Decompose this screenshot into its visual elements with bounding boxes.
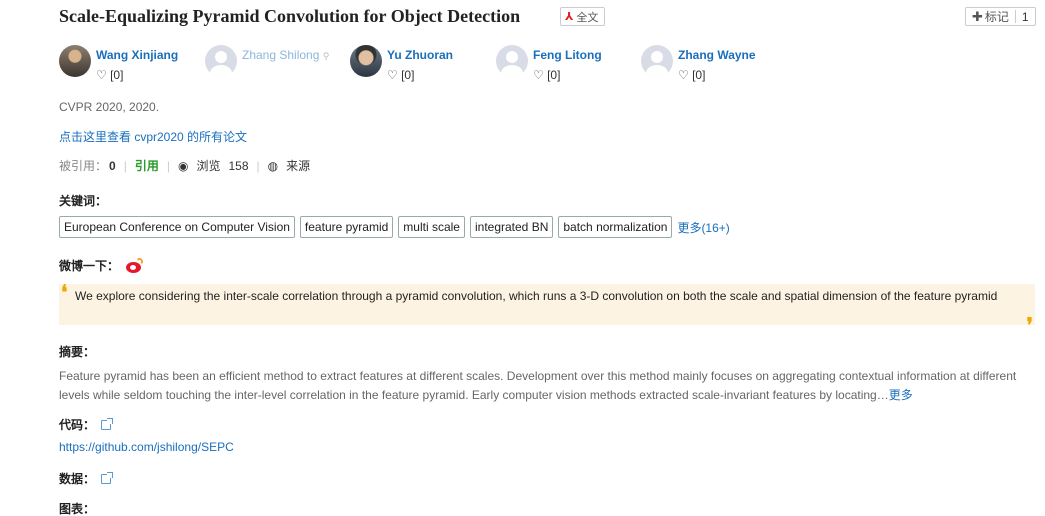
quote-text: We explore considering the inter-scale c… (75, 289, 998, 303)
open-quote-icon: ❛ (61, 280, 68, 304)
weibo-icon[interactable] (125, 257, 144, 274)
external-link-icon[interactable] (101, 417, 114, 430)
author-name[interactable]: Zhang Wayne (678, 48, 756, 62)
keywords-label: 关键词： (59, 194, 108, 208)
author-likes[interactable]: ♡ [0] (387, 68, 414, 82)
author-likes[interactable]: ♡ [0] (678, 68, 705, 82)
cite-button[interactable]: 引用 (135, 157, 159, 174)
keyword-tag[interactable]: feature pyramid (299, 216, 394, 238)
avatar[interactable] (205, 45, 237, 77)
source-link[interactable]: 来源 (286, 157, 310, 174)
external-link-icon[interactable] (101, 471, 114, 484)
code-label: 代码： (59, 418, 96, 432)
abstract-more-link[interactable]: 更多 (889, 388, 913, 402)
code-link[interactable]: https://github.com/jshilong/SEPC (59, 440, 234, 454)
eye-icon: ◉ (177, 158, 189, 173)
keyword-tag[interactable]: multi scale (398, 216, 465, 238)
data-label: 数据： (59, 472, 96, 486)
author-name[interactable]: Yu Zhuoran (387, 48, 453, 62)
venue-text: CVPR 2020, 2020. (59, 100, 160, 114)
keyword-tag[interactable]: batch normalization (558, 216, 673, 238)
mark-button[interactable]: ✚ 标记 1 (965, 7, 1036, 26)
keyword-tag[interactable]: European Conference on Computer Vision (59, 216, 295, 238)
views-label: 浏览 (196, 159, 221, 173)
full-text-label: 全文 (576, 11, 599, 24)
all-papers-link[interactable]: 点击这里查看 cvpr2020 的所有论文 (59, 128, 247, 145)
avatar[interactable] (496, 45, 528, 77)
mark-label: 标记 (984, 10, 1009, 24)
avatar[interactable] (59, 45, 91, 77)
author-likes[interactable]: ♡ [0] (96, 68, 123, 82)
keyword-list: European Conference on Computer Vision f… (59, 216, 730, 238)
views-count: 158 (228, 158, 249, 173)
pdf-icon: ⅄ (565, 11, 574, 23)
close-quote-icon: ❜ (1026, 313, 1033, 337)
avatar[interactable] (350, 45, 382, 77)
abstract-text: Feature pyramid has been an efficient me… (59, 369, 1017, 402)
abstract-label: 摘要： (59, 345, 96, 359)
cited-label: 被引用： (59, 159, 108, 173)
avatar[interactable] (641, 45, 673, 77)
author-name[interactable]: Feng Litong (533, 48, 602, 62)
more-keywords-link[interactable]: 更多(16+) (677, 219, 729, 236)
author-name[interactable]: Zhang Shilong ⚲ (242, 48, 329, 62)
data-section: 数据： (59, 470, 114, 487)
weibo-label: 微博一下： (59, 259, 120, 273)
code-section: 代码： (59, 416, 114, 433)
keyword-tag[interactable]: integrated BN (469, 216, 554, 238)
globe-icon: ◍ (267, 158, 279, 173)
cited-count: 0 (109, 158, 116, 173)
full-text-button[interactable]: ⅄ 全文 (560, 7, 606, 26)
author-likes[interactable]: ♡ [0] (533, 68, 560, 82)
charts-label: 图表： (59, 502, 96, 516)
stats-bar: 被引用： 0 | 引用 | ◉ 浏览 158 | ◍ 来源 (59, 157, 311, 174)
mark-count: 1 (1021, 9, 1029, 24)
plus-icon: ✚ (972, 8, 983, 24)
author-name[interactable]: Wang Xinjiang (96, 48, 178, 62)
highlight-quote: ❛ We explore considering the inter-scale… (59, 280, 1035, 335)
paper-title: Scale-Equalizing Pyramid Convolution for… (59, 6, 521, 26)
search-icon: ⚲ (322, 51, 330, 61)
weibo-section: 微博一下： (59, 257, 144, 274)
